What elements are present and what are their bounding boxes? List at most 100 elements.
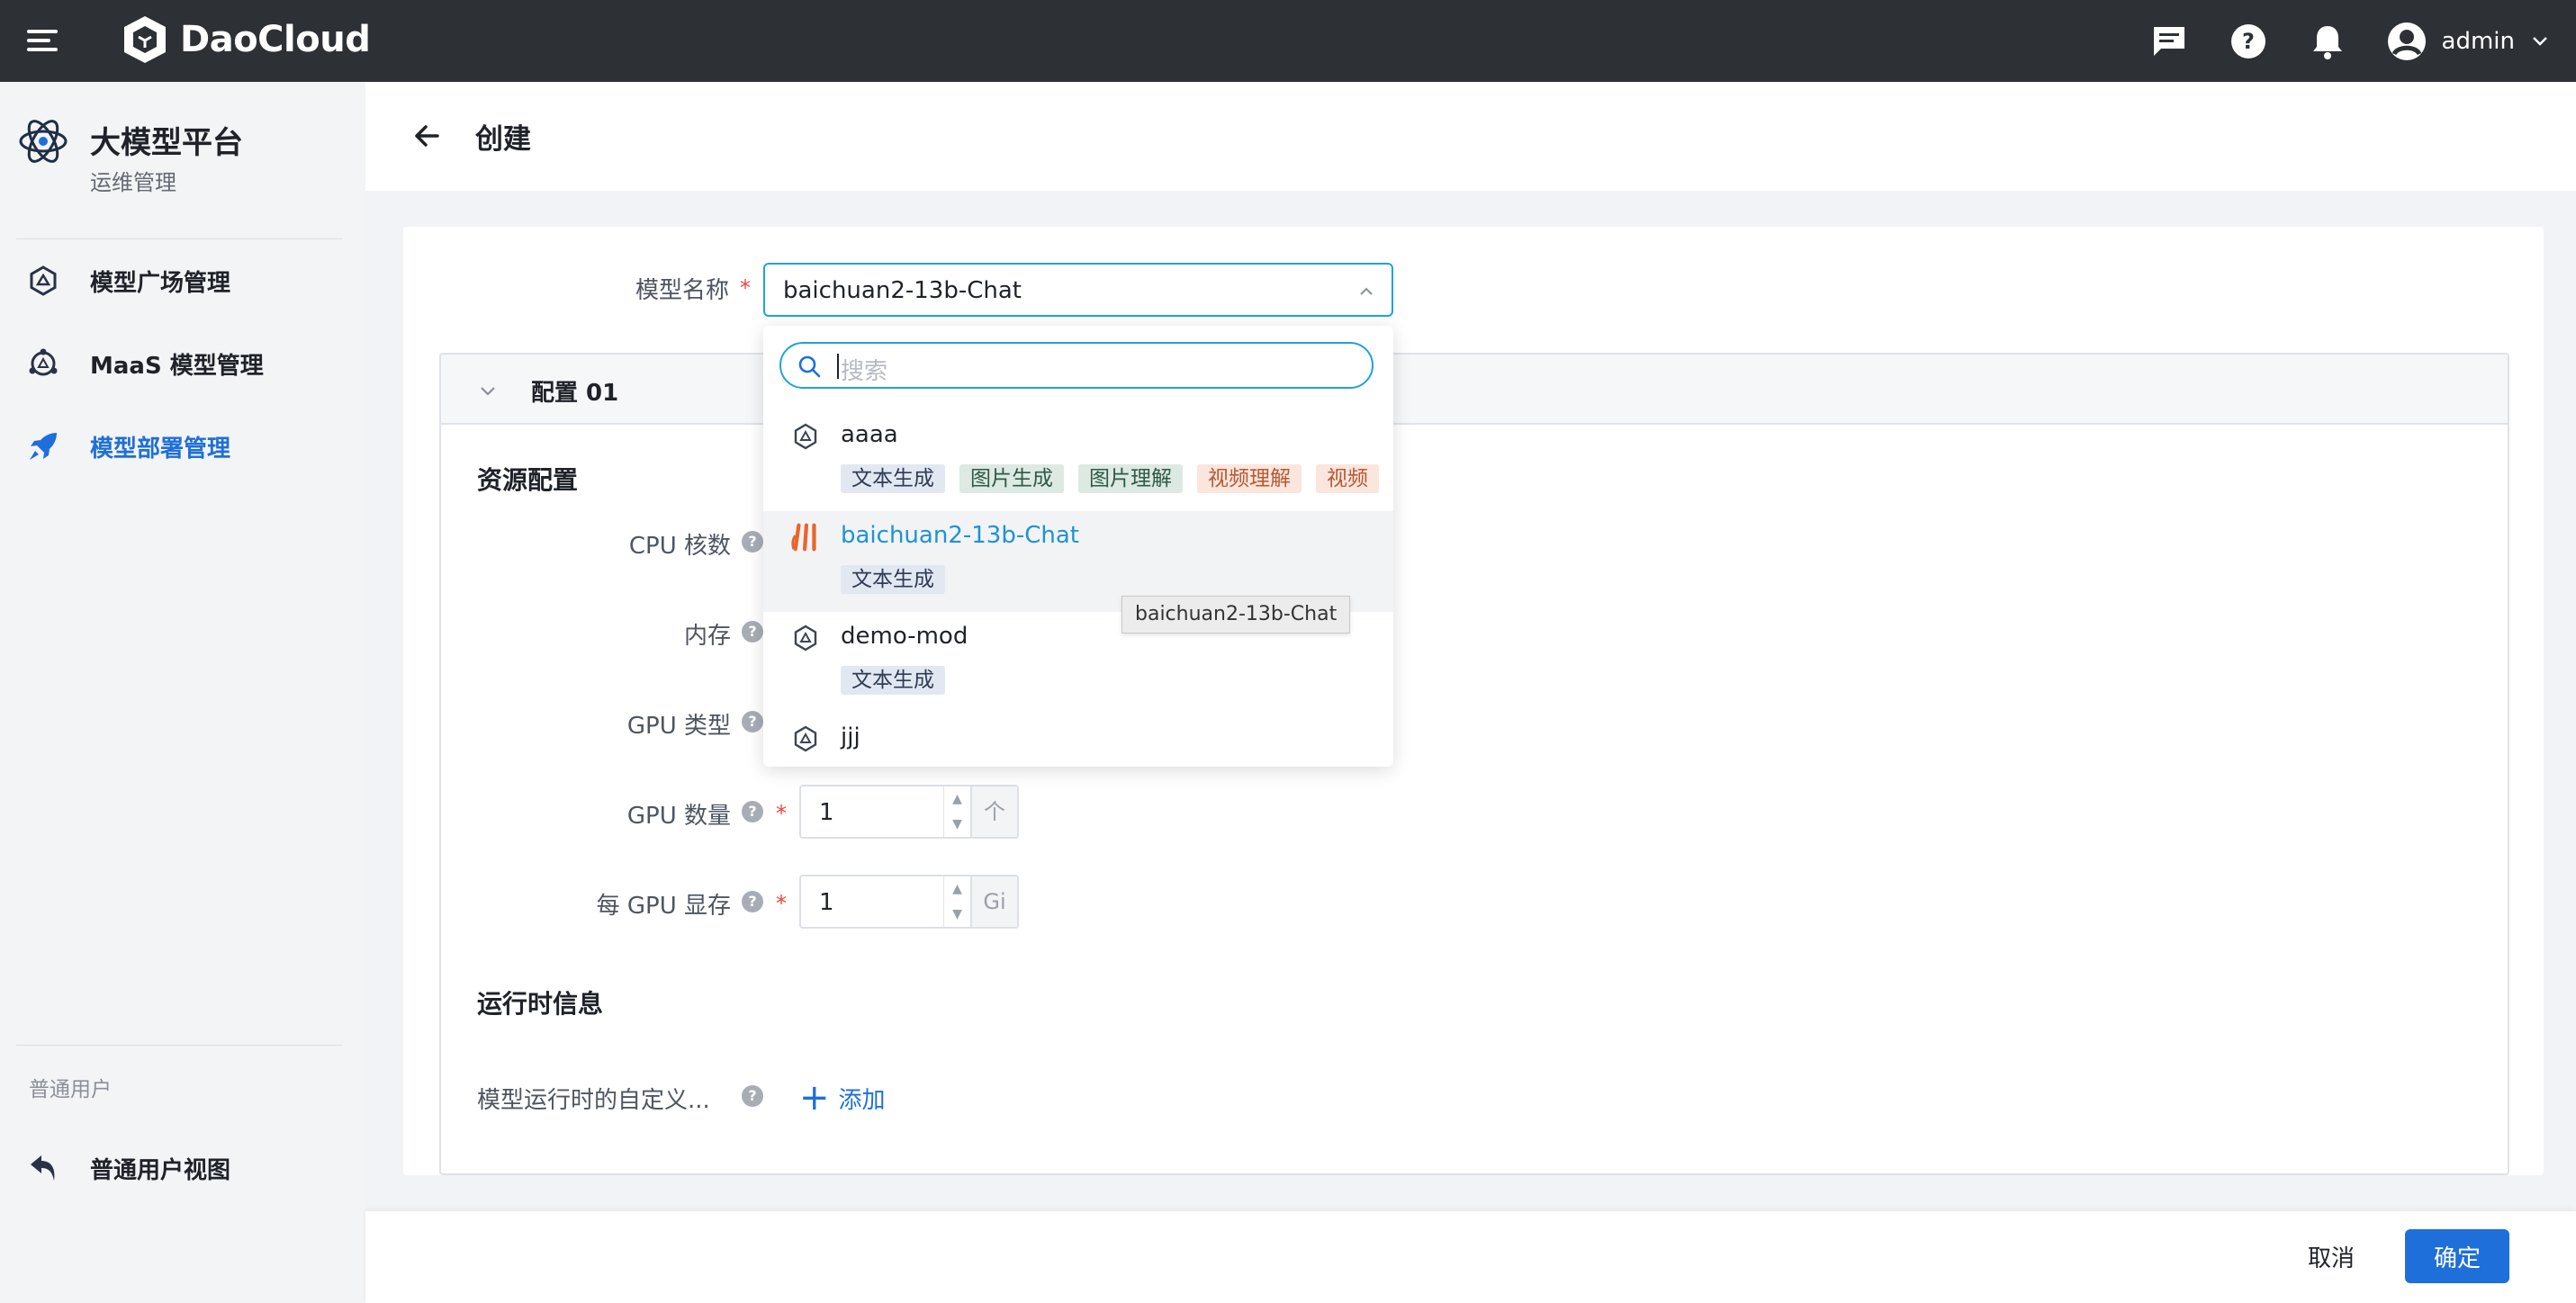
platform-subtitle: 运维管理 bbox=[90, 170, 176, 195]
gpu-count-label: GPU 数量 bbox=[626, 803, 731, 830]
dropdown-option[interactable]: aaaa 文本生成 图片生成 图片理解 视频理解 视频 bbox=[763, 410, 1393, 511]
gpu-memory-stepper[interactable]: 1 ▲ ▼ Gi bbox=[799, 875, 1019, 929]
help-circle-icon[interactable]: ? bbox=[742, 801, 763, 822]
model-name-label: 模型名称 bbox=[635, 277, 729, 304]
tag-image-understanding: 图片理解 bbox=[1078, 464, 1183, 493]
memory-label: 内存 bbox=[683, 623, 731, 650]
resource-config-title: 资源配置 bbox=[477, 465, 579, 495]
sidebar-item-maas-model[interactable]: MaaS 模型管理 bbox=[0, 332, 365, 395]
search-placeholder: 搜索 bbox=[841, 358, 888, 385]
model-dropdown: 搜索 aaaa 文本生成 图片生成 图片理解 视频理解 视频 baichuan2… bbox=[763, 326, 1393, 767]
gpu-type-label: GPU 类型 bbox=[626, 713, 731, 740]
decrement-icon[interactable]: ▼ bbox=[944, 812, 970, 837]
required-mark: * bbox=[776, 891, 787, 916]
plus-icon: + bbox=[799, 1077, 830, 1119]
message-icon[interactable] bbox=[2148, 21, 2190, 62]
hexagon-model-icon bbox=[790, 723, 821, 754]
daocloud-logo[interactable]: DaoCloud bbox=[119, 11, 371, 68]
runtime-info-title: 运行时信息 bbox=[477, 989, 604, 1019]
cpu-label: CPU 核数 bbox=[628, 533, 731, 560]
bell-icon[interactable] bbox=[2307, 21, 2348, 62]
sidebar-item-user-view[interactable]: 普通用户视图 bbox=[0, 1137, 365, 1200]
top-bar: DaoCloud ? admin bbox=[0, 0, 2576, 82]
add-runtime-button[interactable]: + 添加 bbox=[799, 1080, 886, 1116]
tag-text-generation: 文本生成 bbox=[841, 565, 945, 594]
sidebar-item-label: MaaS 模型管理 bbox=[90, 352, 264, 380]
gpu-count-stepper[interactable]: 1 ▲ ▼ 个 bbox=[799, 785, 1019, 839]
help-circle-icon[interactable]: ? bbox=[742, 1085, 763, 1107]
sidebar: 大模型平台 运维管理 模型广场管理 MaaS 模型管理 模型部署管理 普通用户 … bbox=[0, 82, 365, 1303]
sidebar-item-label: 普通用户视图 bbox=[90, 1156, 231, 1184]
return-arrow-icon bbox=[25, 1150, 61, 1186]
hexagon-model-icon bbox=[790, 421, 821, 452]
help-circle-icon[interactable]: ? bbox=[742, 531, 763, 553]
sidebar-item-label: 模型部署管理 bbox=[90, 435, 231, 463]
platform-icon bbox=[19, 120, 68, 163]
config-title: 配置 01 bbox=[531, 380, 619, 407]
page-header: 创建 bbox=[365, 82, 2576, 191]
daocloud-logo-icon bbox=[124, 16, 166, 63]
chevron-down-icon bbox=[481, 387, 495, 396]
divider bbox=[16, 1045, 342, 1046]
decrement-icon[interactable]: ▼ bbox=[944, 902, 970, 927]
config-section-header[interactable]: 配置 01 bbox=[441, 355, 2508, 425]
tag-text-generation: 文本生成 bbox=[841, 666, 945, 695]
config-section: 配置 01 bbox=[439, 353, 2509, 1175]
gpu-memory-label: 每 GPU 显存 bbox=[596, 893, 731, 920]
gpu-memory-value: 1 bbox=[819, 889, 834, 916]
confirm-button[interactable]: 确定 bbox=[2405, 1229, 2509, 1283]
back-arrow-icon[interactable] bbox=[410, 120, 443, 152]
user-name: admin bbox=[2441, 27, 2515, 55]
hexagon-model-icon bbox=[790, 623, 821, 653]
model-name-value: baichuan2-13b-Chat bbox=[783, 277, 1022, 304]
maas-model-icon bbox=[25, 346, 61, 382]
sidebar-item-model-deploy[interactable]: 模型部署管理 bbox=[0, 415, 365, 478]
gpu-memory-unit: Gi bbox=[970, 876, 1017, 927]
runtime-custom-label: 模型运行时的自定义... bbox=[477, 1087, 710, 1114]
footer-bar bbox=[365, 1211, 2576, 1303]
tag-image-generation: 图片生成 bbox=[959, 464, 1064, 493]
option-name: aaaa bbox=[841, 421, 898, 448]
tag-text-generation: 文本生成 bbox=[841, 464, 945, 493]
sidebar-item-label: 模型广场管理 bbox=[90, 269, 231, 297]
help-icon[interactable]: ? bbox=[2228, 21, 2269, 62]
platform-brand: 大模型平台 运维管理 bbox=[18, 114, 360, 213]
tag-video-understanding: 视频理解 bbox=[1197, 464, 1302, 493]
cancel-button[interactable]: 取消 bbox=[2286, 1229, 2376, 1283]
help-circle-icon[interactable]: ? bbox=[742, 711, 763, 732]
search-icon bbox=[798, 355, 821, 378]
sidebar-section-label: 普通用户 bbox=[29, 1078, 112, 1101]
user-menu[interactable]: admin bbox=[2386, 21, 2549, 62]
divider bbox=[16, 238, 342, 239]
text-cursor bbox=[837, 354, 839, 379]
tag-video: 视频 bbox=[1316, 464, 1379, 493]
help-circle-icon[interactable]: ? bbox=[742, 621, 763, 643]
increment-icon[interactable]: ▲ bbox=[944, 876, 970, 902]
page-title: 创建 bbox=[475, 123, 531, 156]
sidebar-item-model-square[interactable]: 模型广场管理 bbox=[0, 249, 365, 312]
option-tooltip: baichuan2-13b-Chat bbox=[1121, 596, 1351, 634]
model-name-select[interactable]: baichuan2-13b-Chat bbox=[763, 263, 1393, 317]
menu-icon[interactable] bbox=[23, 22, 59, 58]
gpu-count-unit: 个 bbox=[970, 786, 1017, 837]
option-name: demo-mod bbox=[841, 623, 968, 650]
rocket-icon bbox=[25, 428, 61, 464]
chevron-down-icon bbox=[2533, 36, 2547, 46]
option-name: baichuan2-13b-Chat bbox=[841, 522, 1079, 549]
help-circle-icon[interactable]: ? bbox=[742, 891, 763, 912]
option-name: jjj bbox=[841, 723, 860, 750]
chevron-up-icon bbox=[1360, 287, 1373, 295]
hexagon-model-icon bbox=[25, 263, 61, 299]
dropdown-search-input[interactable]: 搜索 bbox=[779, 342, 1374, 389]
svg-text:?: ? bbox=[2242, 29, 2255, 54]
baichuan-logo-icon bbox=[790, 522, 821, 553]
gpu-count-value: 1 bbox=[819, 799, 834, 826]
avatar-icon bbox=[2387, 22, 2426, 60]
logo-text: DaoCloud bbox=[180, 19, 371, 60]
dropdown-option[interactable]: jjj bbox=[763, 713, 1393, 767]
add-label: 添加 bbox=[838, 1086, 886, 1114]
required-mark: * bbox=[740, 275, 751, 301]
platform-title: 大模型平台 bbox=[90, 125, 243, 161]
increment-icon[interactable]: ▲ bbox=[944, 786, 970, 812]
required-mark: * bbox=[776, 801, 787, 826]
